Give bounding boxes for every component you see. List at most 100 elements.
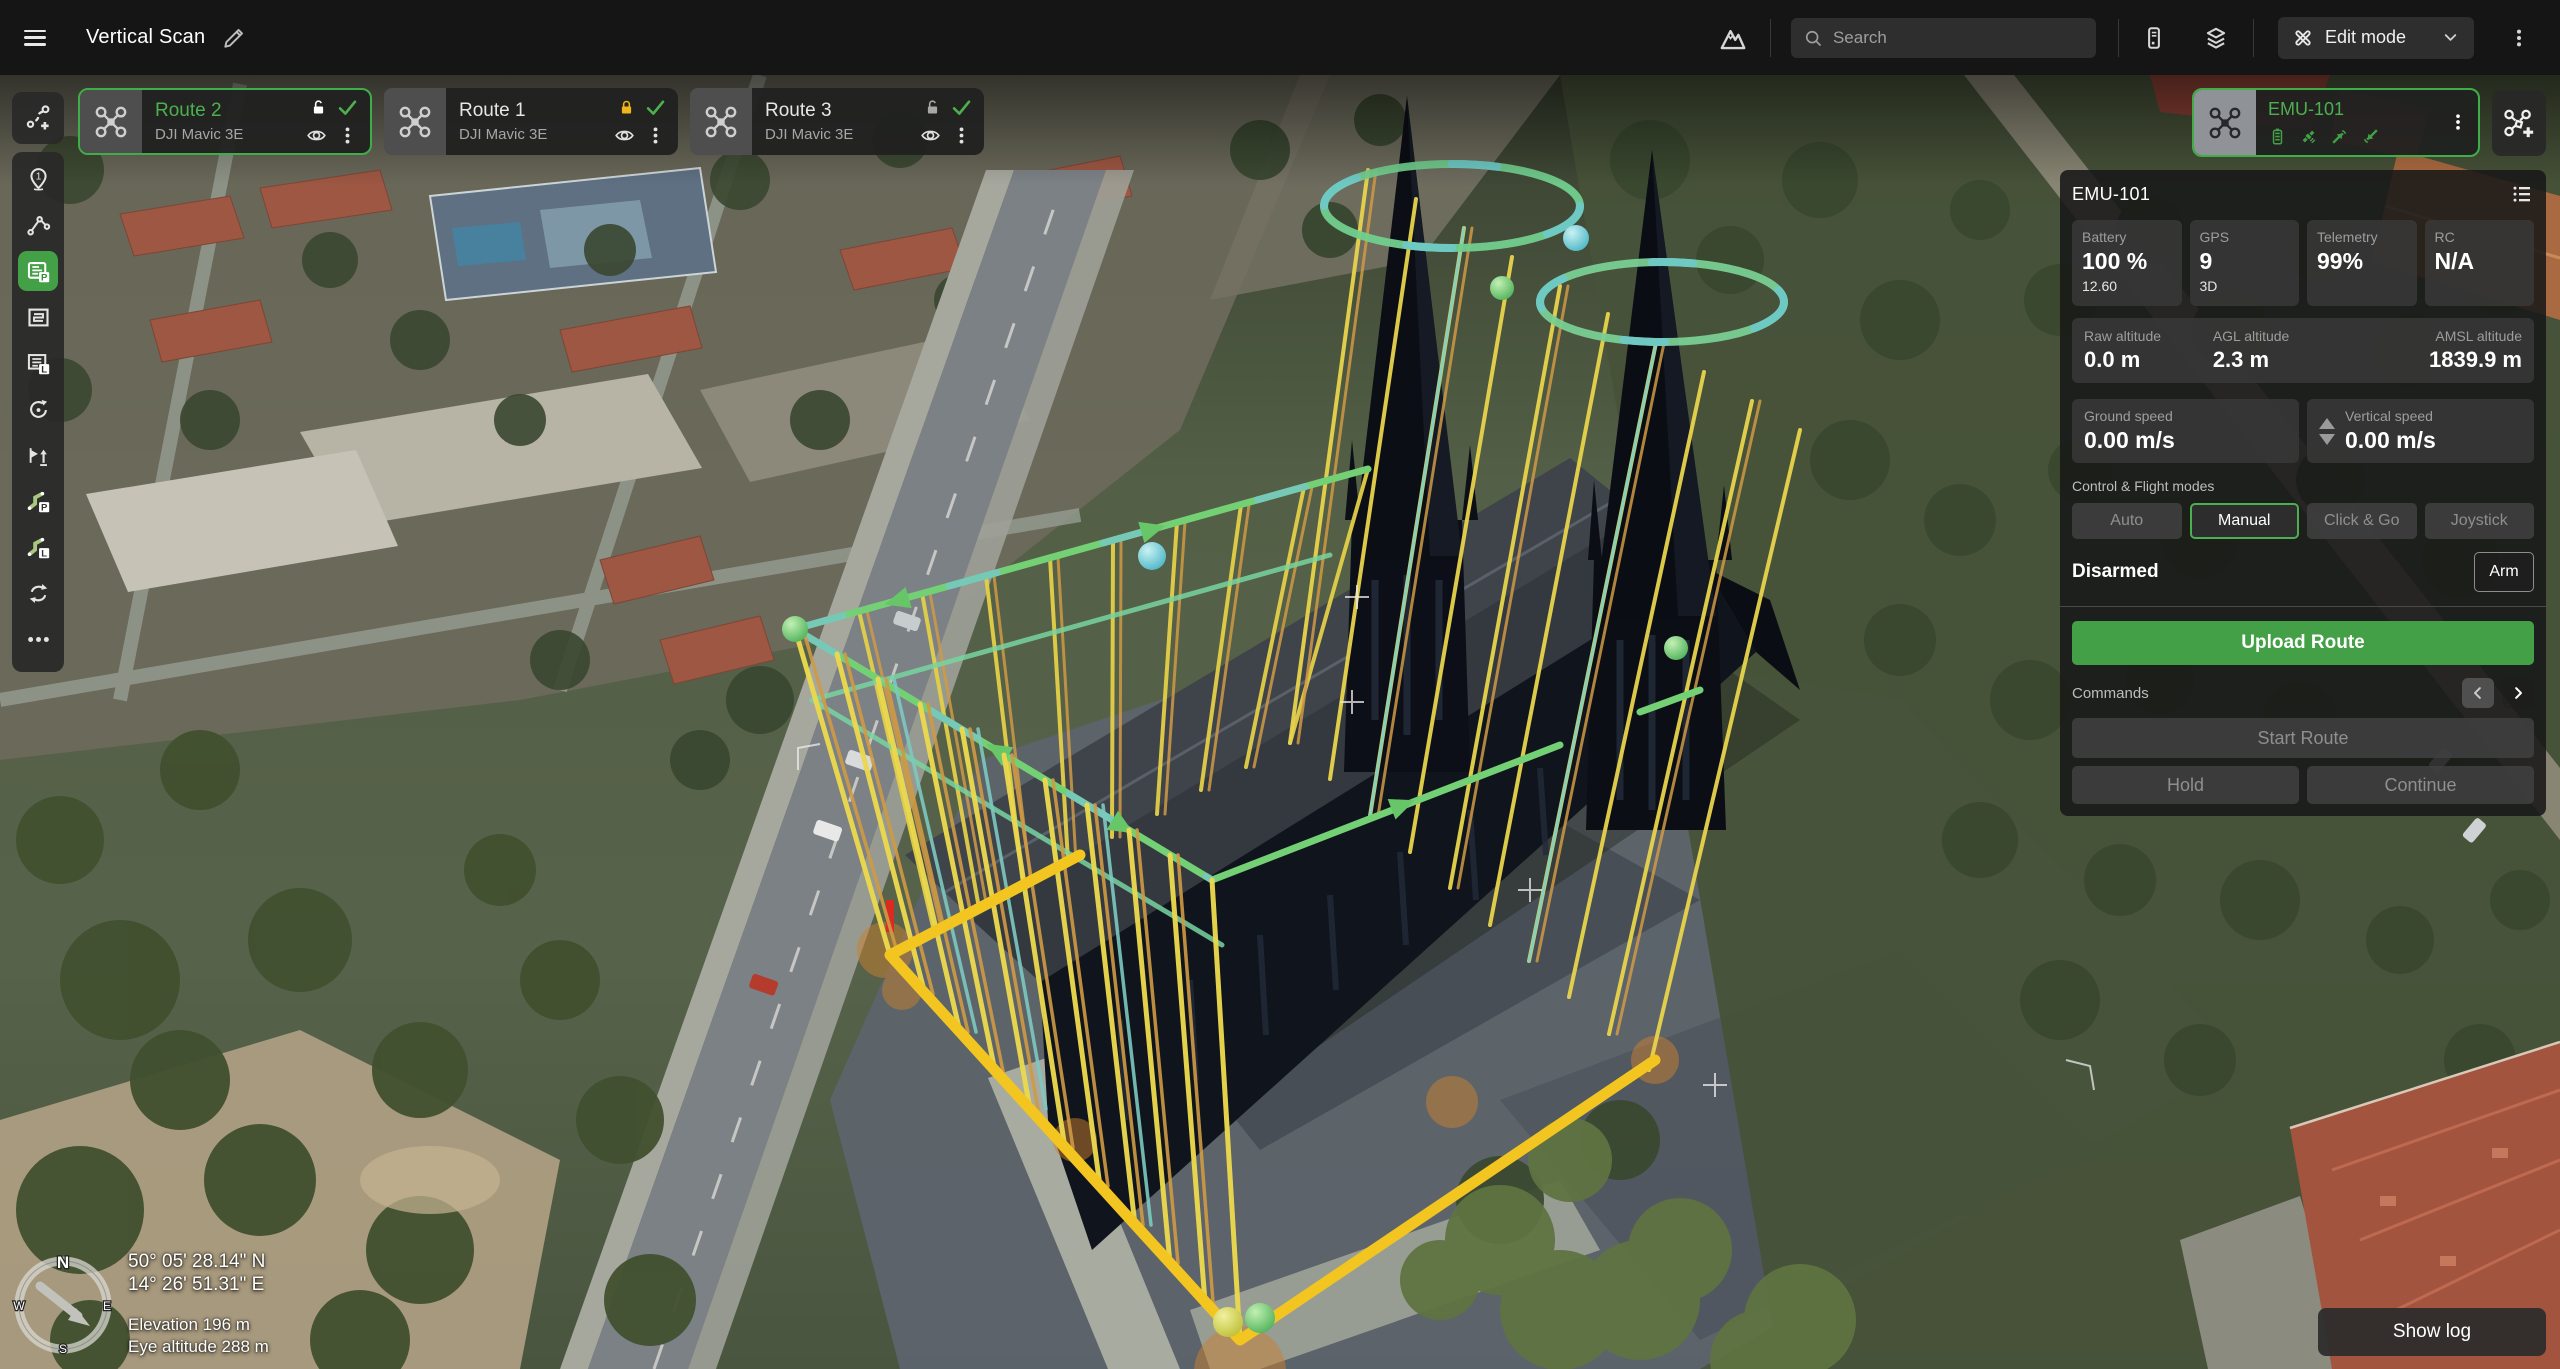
tool-vertical-scan-button[interactable] xyxy=(15,340,61,386)
compass[interactable]: N E S W xyxy=(8,1250,118,1360)
commands-label: Commands xyxy=(2072,684,2149,702)
drone-panel-title: EMU-101 xyxy=(2072,183,2151,204)
route-tab-route2[interactable]: Route 2 DJI Mavic 3E xyxy=(78,88,372,155)
check-icon xyxy=(951,97,972,118)
mode-joystick-button[interactable]: Joystick xyxy=(2424,503,2534,539)
start-route-button[interactable]: Start Route xyxy=(2072,718,2534,758)
add-drone-icon xyxy=(2502,106,2536,140)
add-drone-button[interactable] xyxy=(2492,90,2546,156)
battery-icon xyxy=(2268,127,2287,146)
tool-corridor-photo-button[interactable] xyxy=(15,478,61,524)
mission-title: Vertical Scan xyxy=(86,26,206,48)
route-tab-route3[interactable]: Route 3 DJI Mavic 3E xyxy=(690,88,984,155)
edit-title-pencil-icon[interactable] xyxy=(221,25,247,51)
mode-clickgo-button[interactable]: Click & Go xyxy=(2307,503,2417,539)
chevron-left-icon xyxy=(2469,684,2487,702)
tool-loop-button[interactable] xyxy=(15,570,61,616)
ascend-arrow-icon xyxy=(2319,417,2335,429)
area-scan-icon xyxy=(25,304,52,331)
divider xyxy=(2252,18,2254,57)
compass-south-label: S xyxy=(59,1342,67,1356)
route-tab-route1[interactable]: Route 1 DJI Mavic 3E xyxy=(384,88,678,155)
lock-open-icon[interactable] xyxy=(924,99,941,116)
show-log-button[interactable]: Show log xyxy=(2318,1308,2546,1356)
cursor-latitude: 50° 05' 28.14" N xyxy=(128,1251,266,1272)
edit-mode-label: Edit mode xyxy=(2324,27,2406,47)
tool-perimeter-button[interactable] xyxy=(15,386,61,432)
arm-button[interactable]: Arm xyxy=(2474,552,2534,592)
continue-button[interactable]: Continue xyxy=(2307,766,2534,804)
arm-state-label: Disarmed xyxy=(2072,561,2159,582)
check-icon xyxy=(337,97,358,118)
new-route-icon xyxy=(23,103,53,133)
eye-altitude-label: Eye altitude 288 m xyxy=(128,1337,269,1356)
mode-manual-button[interactable]: Manual xyxy=(2189,503,2299,539)
commands-next-button[interactable] xyxy=(2502,678,2534,708)
overflow-menu-icon[interactable] xyxy=(2508,27,2530,49)
tool-area-scan-button[interactable] xyxy=(15,294,61,340)
altitude-card: Raw altitude 0.0 m AGL altitude 2.3 m AMSL… xyxy=(2072,318,2534,383)
battery-card: Battery 100 % 12.60 xyxy=(2072,220,2182,306)
tool-takeoff-point-button[interactable] xyxy=(15,432,61,478)
drone-menu-kebab-icon[interactable] xyxy=(2448,112,2468,132)
tool-polyline-button[interactable] xyxy=(15,202,61,248)
hamburger-menu-icon[interactable] xyxy=(24,29,46,46)
tool-photogrammetry-button[interactable] xyxy=(18,251,58,291)
terrain-icon[interactable] xyxy=(1718,23,1748,53)
tools-sidebar xyxy=(12,152,64,672)
tool-waypoint-button[interactable] xyxy=(15,156,61,202)
telemetry-list-icon[interactable] xyxy=(2510,182,2534,206)
route-menu-kebab-icon[interactable] xyxy=(951,125,972,146)
vertical-speed-card: Vertical speed 0.00 m/s xyxy=(2307,399,2534,463)
route-menu-kebab-icon[interactable] xyxy=(337,125,358,146)
drone-status-panel: EMU-101 Battery 100 % 12.60 GPS 9 3D Tel… xyxy=(2060,170,2546,816)
cursor-longitude: 14° 26' 51.31" E xyxy=(128,1274,265,1295)
telemetry-log-icon[interactable] xyxy=(2141,25,2167,51)
tool-new-route-button[interactable] xyxy=(12,92,64,144)
drone-tab-emu101[interactable]: EMU-101 xyxy=(2192,88,2480,157)
gps-satellite-icon xyxy=(2299,127,2318,146)
edit-mode-icon xyxy=(2292,27,2314,49)
hold-button[interactable]: Hold xyxy=(2072,766,2299,804)
drone-name: EMU-101 xyxy=(2268,99,2345,119)
tool-more-button[interactable] xyxy=(15,616,61,662)
search-input[interactable]: Search xyxy=(1790,17,2096,58)
divider xyxy=(2060,606,2546,607)
photogrammetry-icon xyxy=(25,258,52,285)
tool-corridor-line-button[interactable] xyxy=(15,524,61,570)
visibility-eye-icon[interactable] xyxy=(920,125,941,146)
map-status-overlay: 50° 05' 28.14" N 14° 26' 51.31" E Elevat… xyxy=(128,1250,269,1358)
compass-east-label: E xyxy=(103,1299,111,1313)
compass-north-label: N xyxy=(57,1253,69,1272)
chevron-right-icon xyxy=(2509,684,2527,702)
layers-icon[interactable] xyxy=(2203,25,2229,51)
corridor-photo-icon xyxy=(25,488,52,515)
control-modes-label: Control & Flight modes xyxy=(2072,478,2215,494)
route-drone-type: DJI Mavic 3E xyxy=(155,126,244,143)
takeoff-point-icon xyxy=(25,442,52,469)
elevation-label: Elevation 196 m xyxy=(128,1315,250,1334)
route-drone-type: DJI Mavic 3E xyxy=(765,126,854,143)
corridor-line-icon xyxy=(25,534,52,561)
downlink-icon xyxy=(2361,127,2380,146)
visibility-eye-icon[interactable] xyxy=(306,125,327,146)
upload-route-button[interactable]: Upload Route xyxy=(2072,621,2534,665)
visibility-eye-icon[interactable] xyxy=(614,125,635,146)
route-drone-type: DJI Mavic 3E xyxy=(459,126,548,143)
edit-mode-dropdown[interactable]: Edit mode xyxy=(2277,16,2474,59)
drone-thumbnail xyxy=(2194,90,2256,155)
search-icon xyxy=(1803,28,1823,48)
check-icon xyxy=(645,97,666,118)
route-menu-kebab-icon[interactable] xyxy=(645,125,666,146)
drone-icon xyxy=(704,105,738,139)
chevron-down-icon xyxy=(2441,28,2460,47)
lock-open-icon[interactable] xyxy=(310,99,327,116)
commands-prev-button[interactable] xyxy=(2462,678,2494,708)
polyline-icon xyxy=(25,212,52,239)
route-name: Route 2 xyxy=(155,100,222,121)
drone-icon xyxy=(94,105,128,139)
lock-closed-icon[interactable] xyxy=(618,99,635,116)
route-thumbnail xyxy=(690,88,752,155)
ground-speed-card: Ground speed 0.00 m/s xyxy=(2072,399,2299,463)
mode-auto-button[interactable]: Auto xyxy=(2072,503,2182,539)
